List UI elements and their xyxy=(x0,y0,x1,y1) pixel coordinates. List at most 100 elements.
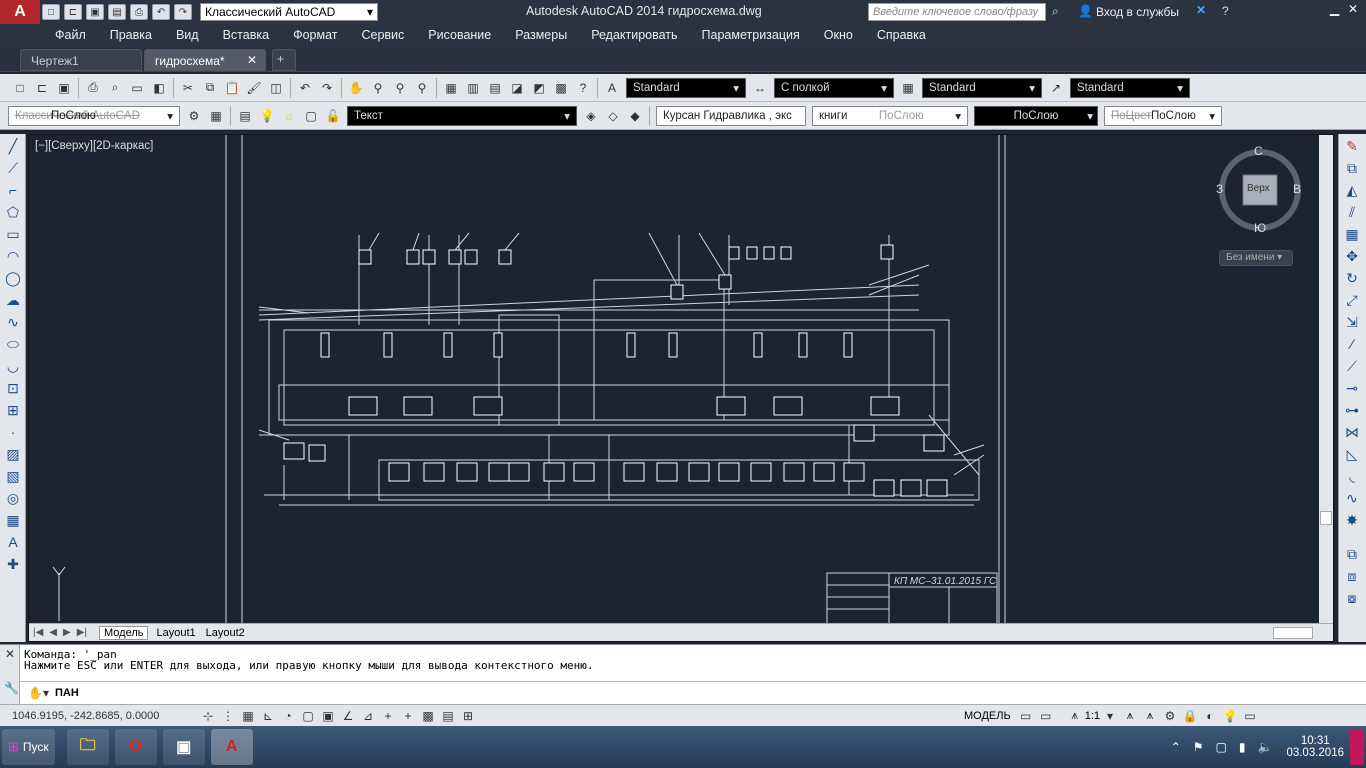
make-current-layer-icon[interactable]: ◈ xyxy=(581,106,601,126)
polygon-icon[interactable]: ⬠ xyxy=(2,202,24,222)
rotate-icon[interactable]: ↻ xyxy=(1341,268,1363,288)
tab-hydroscheme[interactable]: гидросхема* ✕ xyxy=(144,49,266,71)
lightbulb-icon[interactable]: 💡 xyxy=(257,106,277,126)
undo-icon[interactable]: ↶ xyxy=(295,78,315,98)
mtext-icon[interactable]: A xyxy=(2,532,24,552)
menu-file[interactable]: Файл xyxy=(0,28,98,42)
properties-icon[interactable]: ▦ xyxy=(441,78,461,98)
erase-icon[interactable]: ✎ xyxy=(1341,136,1363,156)
isolate-objects-icon[interactable]: 💡 xyxy=(1221,707,1239,725)
undo-icon[interactable]: ↶ xyxy=(152,4,170,20)
coordinates-readout[interactable]: 1046.9195, -242.8685, 0.0000 xyxy=(12,710,198,722)
stretch-icon[interactable]: ⇲ xyxy=(1341,312,1363,332)
redo-icon[interactable]: ↷ xyxy=(317,78,337,98)
text-style-icon[interactable]: A xyxy=(602,78,622,98)
break-icon[interactable]: ⊶ xyxy=(1341,400,1363,420)
chevron-down-icon[interactable]: ▾ xyxy=(1101,707,1119,725)
tray-chevron-icon[interactable]: ⌃ xyxy=(1171,740,1181,754)
menu-format[interactable]: Формат xyxy=(281,28,349,42)
help-icon[interactable]: ? xyxy=(573,78,593,98)
model-space-button[interactable]: МОДЕЛЬ xyxy=(964,710,1011,722)
auto-scale-icon[interactable]: ⩚ xyxy=(1141,707,1159,725)
3d-print-icon[interactable]: ◧ xyxy=(149,78,169,98)
menu-draw[interactable]: Рисование xyxy=(416,28,503,42)
region-icon[interactable]: ◎ xyxy=(2,488,24,508)
hardware-acceleration-icon[interactable]: ◐ xyxy=(1201,707,1219,725)
tab-scroll-first-icon[interactable]: |◀ xyxy=(33,627,43,638)
plot-preview-icon[interactable]: ⌕ xyxy=(105,78,125,98)
mirror-icon[interactable]: ◭ xyxy=(1341,180,1363,200)
tab-model[interactable]: Модель xyxy=(99,625,149,640)
annotation-scale-value[interactable]: 1:1 xyxy=(1085,710,1100,722)
move-icon[interactable]: ✥ xyxy=(1341,246,1363,266)
volume-icon[interactable]: 🔈 xyxy=(1257,740,1272,754)
make-block-icon[interactable]: ⊞ xyxy=(2,400,24,420)
point-icon[interactable]: · xyxy=(2,422,24,442)
menu-parametric[interactable]: Параметризация xyxy=(690,28,812,42)
new-file-icon[interactable]: □ xyxy=(42,4,60,20)
workspace-settings-icon[interactable]: ⚙ xyxy=(184,106,204,126)
zoom-window-icon[interactable]: ⚲ xyxy=(390,78,410,98)
rectangle-icon[interactable]: ▭ xyxy=(2,224,24,244)
polyline-icon[interactable]: ⌐ xyxy=(2,180,24,200)
search-input[interactable]: Введите ключевое слово/фразу xyxy=(868,3,1046,21)
osnap-icon[interactable]: ▢ xyxy=(299,707,317,725)
blend-icon[interactable]: ∿ xyxy=(1341,488,1363,508)
save-as-icon[interactable]: ▤ xyxy=(108,4,126,20)
menu-window[interactable]: Окно xyxy=(812,28,865,42)
lock-ui-icon[interactable]: 🔒 xyxy=(1181,707,1199,725)
explode-icon[interactable]: ✸ xyxy=(1341,510,1363,530)
dyn-icon[interactable]: + xyxy=(379,707,397,725)
annotation-visibility-icon[interactable]: ⩚ xyxy=(1121,707,1139,725)
sun-icon[interactable]: ☼ xyxy=(279,106,299,126)
menu-modify[interactable]: Редактировать xyxy=(579,28,689,42)
infer-constraints-icon[interactable]: ⊹ xyxy=(199,707,217,725)
minimize-icon[interactable]: ▁ xyxy=(1330,2,1339,16)
offset-icon[interactable]: ⫽ xyxy=(1341,202,1363,222)
viewcube-north-label[interactable]: С xyxy=(1254,144,1263,158)
ucs-menu-button[interactable]: Без имени ▾ xyxy=(1219,250,1293,266)
menu-view[interactable]: Вид xyxy=(164,28,211,42)
block-editor-icon[interactable]: ◫ xyxy=(266,78,286,98)
polar-icon[interactable]: ◔ xyxy=(279,707,297,725)
break-at-point-icon[interactable]: ⊸ xyxy=(1341,378,1363,398)
start-button[interactable]: ⊞ Пуск xyxy=(2,729,55,765)
new-tab-button[interactable]: + xyxy=(272,49,296,71)
close-icon[interactable]: ✕ xyxy=(1348,2,1358,16)
tab-scroll-last-icon[interactable]: ▶| xyxy=(77,627,87,638)
tab-layout2[interactable]: Layout2 xyxy=(206,627,245,639)
mleader-style-icon[interactable]: ↗ xyxy=(1046,78,1066,98)
layer-iso-icon[interactable]: ◆ xyxy=(625,106,645,126)
markup-icon[interactable]: ◩ xyxy=(529,78,549,98)
table-icon[interactable]: ▦ xyxy=(2,510,24,530)
freeze-icon[interactable]: ▢ xyxy=(301,106,321,126)
ellipse-arc-icon[interactable]: ◡ xyxy=(2,356,24,376)
plot-color-select[interactable]: ПоЦвет ПоСлою ▾ xyxy=(1104,105,1222,126)
revision-cloud-icon[interactable]: ☁ xyxy=(2,290,24,310)
sheet-set-icon[interactable]: ◪ xyxy=(507,78,527,98)
trim-icon[interactable]: ⁄ xyxy=(1341,334,1363,354)
layer-state-icon[interactable]: ▦ xyxy=(206,106,226,126)
viewcube-west-label[interactable]: З xyxy=(1216,182,1223,196)
insert-block-icon[interactable]: ⊡ xyxy=(2,378,24,398)
lineweight-select[interactable]: книги ПоСлою ▾ xyxy=(812,105,968,126)
mleader-style-select[interactable]: Standard ▾ xyxy=(1070,77,1190,98)
dim-style-select[interactable]: С полкой ▾ xyxy=(774,77,894,98)
add-selected-icon[interactable]: ✚ xyxy=(2,554,24,574)
extend-icon[interactable]: ⟋ xyxy=(1341,356,1363,376)
drawing-area[interactable]: [−][Сверху][2D-каркас] КП МС–31.01.2015 … xyxy=(28,134,1334,642)
save-icon[interactable]: ▣ xyxy=(86,4,104,20)
scale-icon[interactable]: ⤢ xyxy=(1341,290,1363,310)
construction-line-icon[interactable]: ⟋ xyxy=(2,158,24,178)
binoculars-icon[interactable]: ⌕ xyxy=(1052,4,1059,19)
tool-palettes-icon[interactable]: ▤ xyxy=(485,78,505,98)
user-icon[interactable]: 👤 xyxy=(1078,4,1093,18)
zoom-realtime-icon[interactable]: ⚲ xyxy=(368,78,388,98)
hatch-icon[interactable]: ▨ xyxy=(2,444,24,464)
calculator-icon[interactable]: ▩ xyxy=(551,78,571,98)
match-properties-icon[interactable]: 🖌 xyxy=(244,78,264,98)
fillet-icon[interactable]: ◟ xyxy=(1341,466,1363,486)
copy-icon[interactable]: ⧉ xyxy=(200,78,220,98)
otrack-icon[interactable]: ∠ xyxy=(339,707,357,725)
paste-icon[interactable]: 📋 xyxy=(222,78,242,98)
